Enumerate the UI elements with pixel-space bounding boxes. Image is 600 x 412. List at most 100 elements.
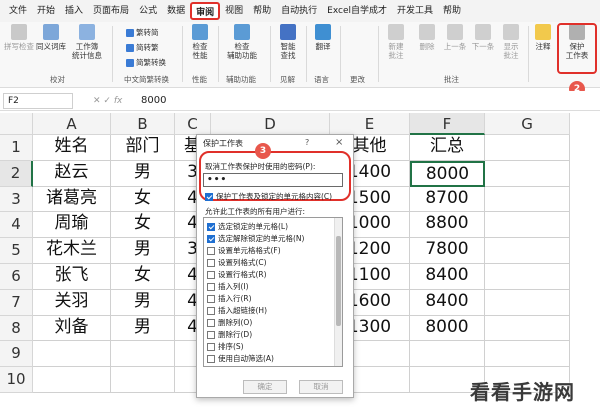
prev-comment-button[interactable]: 上一条: [442, 24, 468, 51]
row-header[interactable]: 2: [0, 160, 33, 187]
checkbox-unchecked[interactable]: [207, 354, 215, 363]
cell-f4[interactable]: 8800: [410, 212, 485, 239]
menu-item[interactable]: 插入: [60, 2, 88, 20]
checkbox-unchecked[interactable]: [207, 246, 215, 255]
permission-item[interactable]: 插入超链接(H): [207, 305, 267, 316]
cell-f8[interactable]: 8000: [410, 315, 485, 342]
permission-item[interactable]: 删除行(D): [207, 329, 252, 340]
notes-button[interactable]: 注释: [532, 24, 554, 51]
row-header[interactable]: 7: [0, 289, 33, 316]
cell-g6[interactable]: [485, 264, 570, 290]
checkbox-unchecked[interactable]: [207, 342, 215, 351]
conversion-button[interactable]: 简繁转换: [126, 57, 166, 68]
cell-f6[interactable]: 8400: [410, 264, 485, 290]
delete-comment-button[interactable]: 删除: [414, 24, 440, 51]
cell-g8[interactable]: [485, 315, 570, 342]
row-header[interactable]: 4: [0, 212, 33, 239]
permission-item[interactable]: 使用自动筛选(A): [207, 353, 274, 364]
permission-item[interactable]: 设置行格式(R): [207, 269, 267, 280]
checkbox-unchecked[interactable]: [207, 306, 215, 315]
cell-a6[interactable]: 张飞: [33, 264, 111, 290]
password-field[interactable]: •••: [203, 173, 343, 187]
checkbox-unchecked[interactable]: [207, 258, 215, 267]
column-header-e[interactable]: E: [330, 113, 410, 135]
menu-item[interactable]: 数据: [162, 2, 190, 20]
menu-item[interactable]: 开始: [32, 2, 60, 20]
fx-icon[interactable]: ✕ ✓ fx: [93, 96, 133, 106]
menu-item[interactable]: 视图: [220, 2, 248, 20]
cell-b4[interactable]: 女: [111, 212, 175, 239]
cell-b2[interactable]: 男: [111, 160, 175, 187]
thesaurus-button[interactable]: 同义词库: [36, 24, 66, 51]
row-header[interactable]: 5: [0, 238, 33, 264]
smart-lookup-button[interactable]: 智能 查找: [274, 24, 302, 60]
row-header[interactable]: 9: [0, 341, 33, 368]
cell-g4[interactable]: [485, 212, 570, 239]
cell-b7[interactable]: 男: [111, 289, 175, 316]
cell-b10[interactable]: [111, 367, 175, 393]
menu-item[interactable]: 文件: [4, 2, 32, 20]
cell-g3[interactable]: [485, 186, 570, 213]
permission-item[interactable]: 插入列(I): [207, 281, 249, 292]
cell-b8[interactable]: 男: [111, 315, 175, 342]
simp-to-trad-button[interactable]: 简转繁: [126, 42, 159, 53]
show-comments-button[interactable]: 显示 批注: [498, 24, 524, 60]
menu-item[interactable]: 开发工具: [392, 2, 438, 20]
checkbox-unchecked[interactable]: [207, 294, 215, 303]
cell-f2[interactable]: 8000: [410, 160, 485, 187]
menu-item[interactable]: 页面布局: [88, 2, 134, 20]
row-header[interactable]: 8: [0, 315, 33, 342]
checkbox-checked[interactable]: [207, 222, 215, 231]
help-icon[interactable]: ?: [305, 138, 309, 147]
menu-item[interactable]: 审阅: [190, 2, 221, 20]
check-performance-button[interactable]: 检查 性能: [186, 24, 214, 60]
permission-item[interactable]: 选定解除锁定的单元格(N): [207, 233, 304, 244]
cell-a8[interactable]: 刘备: [33, 315, 111, 342]
permission-item[interactable]: 删除列(O): [207, 317, 252, 328]
cell-a4[interactable]: 周瑜: [33, 212, 111, 239]
menu-item[interactable]: Excel自学成才: [322, 2, 392, 20]
cell-b9[interactable]: [111, 341, 175, 368]
column-header-g[interactable]: G: [485, 113, 570, 135]
column-header-b[interactable]: B: [111, 113, 175, 135]
column-header-c[interactable]: C: [175, 113, 211, 135]
cell-f5[interactable]: 7800: [410, 238, 485, 264]
trad-to-simp-button[interactable]: 繁转简: [126, 27, 159, 38]
row-header[interactable]: 1: [0, 135, 33, 161]
cell-g7[interactable]: [485, 289, 570, 316]
permission-item[interactable]: 选定锁定的单元格(L): [207, 221, 288, 232]
menu-item[interactable]: 帮助: [248, 2, 276, 20]
cell-f7[interactable]: 8400: [410, 289, 485, 316]
cell-f1[interactable]: 汇总: [410, 135, 485, 161]
row-header[interactable]: 10: [0, 367, 33, 393]
cell-b6[interactable]: 女: [111, 264, 175, 290]
cell-g2[interactable]: [485, 160, 570, 187]
ok-button[interactable]: 确定: [243, 380, 287, 394]
next-comment-button[interactable]: 下一条: [470, 24, 496, 51]
name-box[interactable]: F2: [3, 92, 73, 109]
cell-f3[interactable]: 8700: [410, 186, 485, 213]
new-comment-button[interactable]: 新建 批注: [382, 24, 410, 60]
cell-b1[interactable]: 部门: [111, 135, 175, 161]
permission-item[interactable]: 排序(S): [207, 341, 244, 352]
cell-b3[interactable]: 女: [111, 186, 175, 213]
select-all-corner[interactable]: [0, 113, 33, 135]
translate-button[interactable]: 翻译: [310, 24, 336, 51]
menu-item[interactable]: 帮助: [438, 2, 466, 20]
check-accessibility-button[interactable]: 检查 辅助功能: [222, 24, 262, 60]
permission-item[interactable]: 设置单元格格式(F): [207, 245, 281, 256]
cell-g5[interactable]: [485, 238, 570, 264]
menu-item[interactable]: 公式: [134, 2, 162, 20]
permission-item[interactable]: 插入行(R): [207, 293, 252, 304]
cell-a2[interactable]: 赵云: [33, 160, 111, 187]
cancel-button[interactable]: 取消: [299, 380, 343, 394]
column-header-f[interactable]: F: [410, 113, 485, 135]
row-header[interactable]: 6: [0, 264, 33, 290]
protect-locked-checkbox[interactable]: 保护工作表及锁定的单元格内容(C): [205, 191, 332, 202]
cell-f9[interactable]: [410, 341, 485, 368]
workbook-stats-button[interactable]: 工作簿 统计信息: [70, 24, 104, 60]
permission-item[interactable]: 设置列格式(C): [207, 257, 267, 268]
checkbox-checked[interactable]: [207, 234, 215, 243]
checkbox-unchecked[interactable]: [207, 282, 215, 291]
scrollbar-thumb[interactable]: [336, 236, 341, 326]
